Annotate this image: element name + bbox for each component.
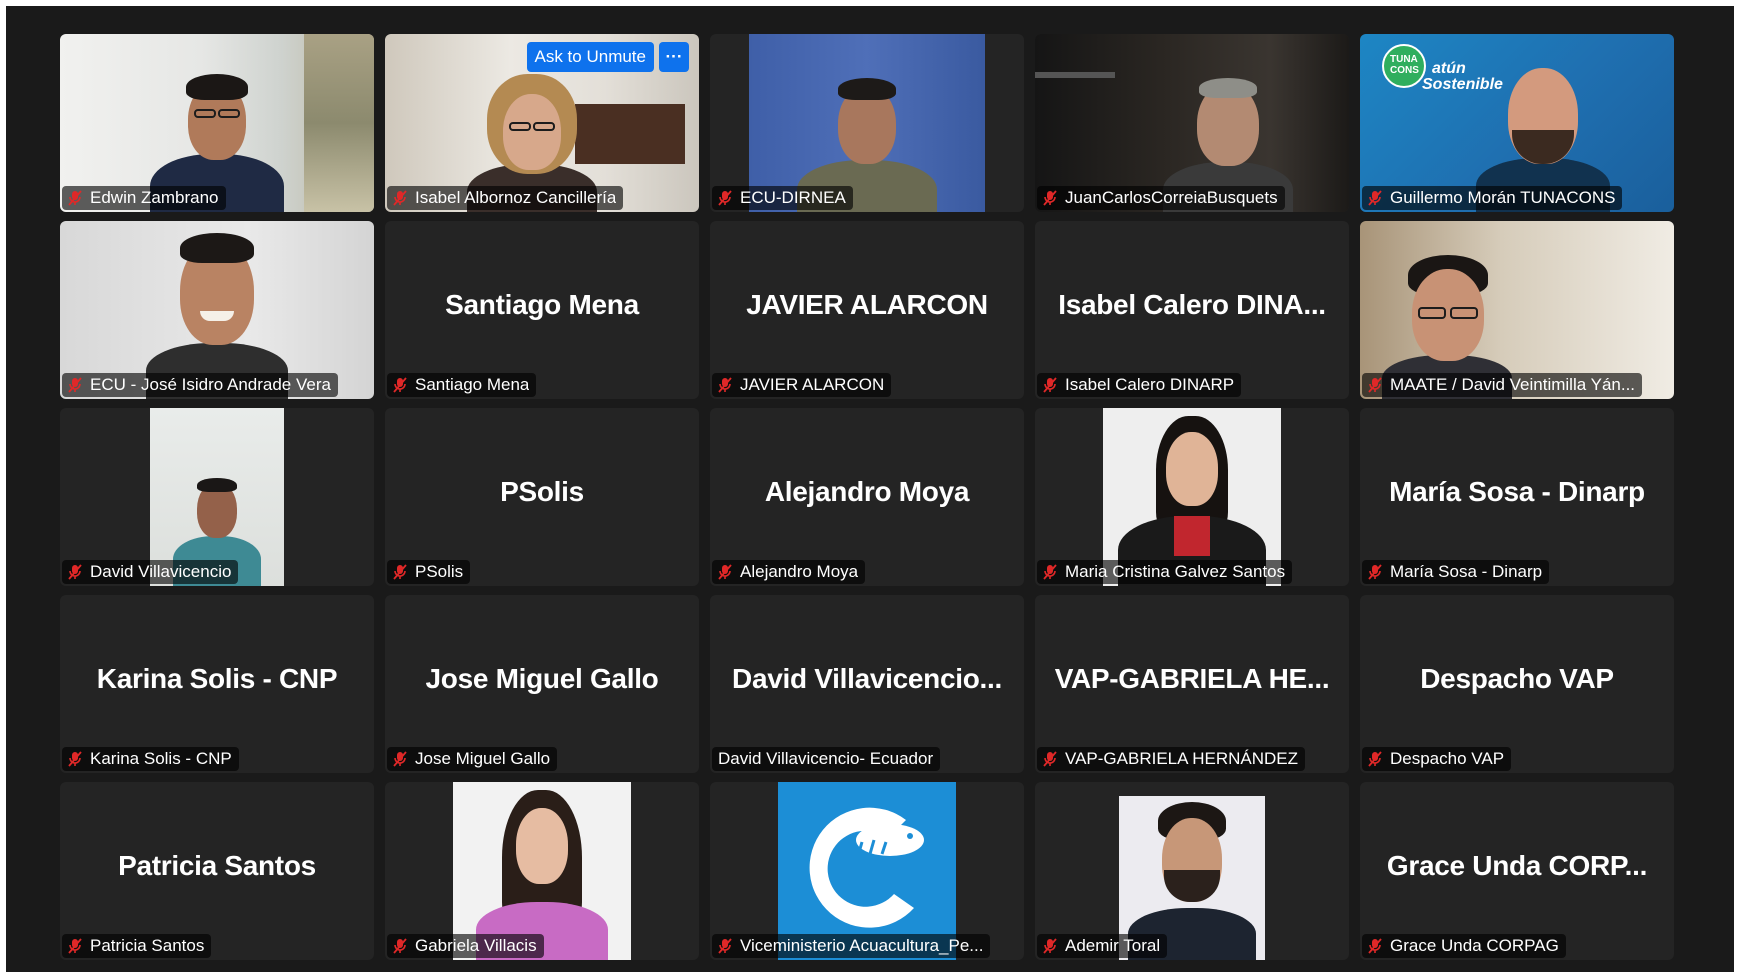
participant-tile[interactable]: Ask to Unmute ··· Isabel Albornoz Cancil… [385, 34, 699, 212]
participant-name-label: Despacho VAP [1362, 747, 1512, 771]
muted-mic-icon [68, 751, 82, 767]
muted-mic-icon [393, 377, 407, 393]
tunacons-logo: TUNA CONS [1382, 44, 1426, 88]
muted-mic-icon [1368, 938, 1382, 954]
participant-tile[interactable]: Jose Miguel Gallo Jose Miguel Gallo [385, 595, 699, 773]
participant-tile[interactable]: Alejandro Moya Alejandro Moya [710, 408, 1024, 586]
participant-tile[interactable]: Ademir Toral [1035, 782, 1349, 960]
muted-mic-icon [68, 938, 82, 954]
muted-mic-icon [718, 564, 732, 580]
participant-tile[interactable]: Isabel Calero DINA... Isabel Calero DINA… [1035, 221, 1349, 399]
participant-tile[interactable]: David Villavicencio [60, 408, 374, 586]
participant-tile[interactable]: Grace Unda CORP... Grace Unda CORPAG [1360, 782, 1674, 960]
more-options-button[interactable]: ··· [659, 42, 689, 72]
participant-tile[interactable]: Maria Cristina Galvez Santos [1035, 408, 1349, 586]
muted-mic-icon [718, 938, 732, 954]
participant-display-name: Jose Miguel Gallo [425, 663, 659, 694]
muted-mic-icon [393, 938, 407, 954]
participant-name-label: Patricia Santos [62, 934, 212, 958]
participant-tile[interactable]: MAATE / David Veintimilla Yán... [1360, 221, 1674, 399]
participant-name-label: ECU-DIRNEA [712, 186, 853, 210]
participant-name-label: Grace Unda CORPAG [1362, 934, 1566, 958]
participant-display-name: Patricia Santos [118, 850, 316, 881]
participant-display-name: María Sosa - Dinarp [1389, 476, 1645, 507]
muted-mic-icon [1043, 751, 1057, 767]
participant-tile[interactable]: ECU-DIRNEA [710, 34, 1024, 212]
participant-display-name: JAVIER ALARCON [746, 289, 988, 320]
participant-display-name: VAP-GABRIELA HE... [1054, 663, 1330, 694]
muted-mic-icon [1043, 564, 1057, 580]
muted-mic-icon [718, 190, 732, 206]
muted-mic-icon [68, 377, 82, 393]
participant-name-label: Viceministerio Acuacultura_Pe... [712, 934, 991, 958]
participant-tile[interactable]: TUNA CONS atún Sostenible Guillermo Morá… [1360, 34, 1674, 212]
muted-mic-icon [1043, 190, 1057, 206]
meeting-window: Edwin Zambrano Ask to Unmute ··· Isabel … [6, 6, 1734, 972]
participant-tile[interactable]: JuanCarlosCorreiaBusquets [1035, 34, 1349, 212]
participant-name-label: Maria Cristina Galvez Santos [1037, 560, 1293, 584]
participant-name-label: PSolis [387, 560, 471, 584]
muted-mic-icon [1368, 190, 1382, 206]
participant-tile[interactable]: María Sosa - Dinarp María Sosa - Dinarp [1360, 408, 1674, 586]
participant-name-label: Gabriela Villacis [387, 934, 544, 958]
participant-tile[interactable]: David Villavicencio... David Villavicenc… [710, 595, 1024, 773]
participant-display-name: Isabel Calero DINA... [1058, 289, 1326, 320]
participant-display-name: PSolis [500, 476, 584, 507]
muted-mic-icon [1043, 377, 1057, 393]
participant-name-label: Karina Solis - CNP [62, 747, 239, 771]
participant-tile[interactable]: PSolis PSolis [385, 408, 699, 586]
participant-name-label: David Villavicencio [62, 560, 239, 584]
ask-to-unmute-button[interactable]: Ask to Unmute [526, 42, 654, 72]
muted-mic-icon [393, 751, 407, 767]
muted-mic-icon [393, 564, 407, 580]
muted-mic-icon [718, 377, 732, 393]
participant-tile[interactable]: Edwin Zambrano [60, 34, 374, 212]
participant-display-name: Karina Solis - CNP [96, 663, 338, 694]
participant-tile[interactable]: Gabriela Villacis [385, 782, 699, 960]
participant-name-label: JAVIER ALARCON [712, 373, 892, 397]
participant-name-label: Ademir Toral [1037, 934, 1168, 958]
participant-name-label: Isabel Calero DINARP [1037, 373, 1242, 397]
participant-name-label: JuanCarlosCorreiaBusquets [1037, 186, 1285, 210]
participant-tile[interactable]: Viceministerio Acuacultura_Pe... [710, 782, 1024, 960]
participant-tile[interactable]: VAP-GABRIELA HE... VAP-GABRIELA HERNÁNDE… [1035, 595, 1349, 773]
muted-mic-icon [393, 190, 407, 206]
participant-name-label: David Villavicencio- Ecuador [712, 747, 941, 771]
participant-display-name: David Villavicencio... [732, 663, 1002, 694]
participant-display-name: Santiago Mena [445, 289, 639, 320]
participant-grid: Edwin Zambrano Ask to Unmute ··· Isabel … [60, 34, 1674, 960]
muted-mic-icon [1368, 377, 1382, 393]
participant-name-label: Isabel Albornoz Cancillería [387, 186, 624, 210]
participant-name-label: MAATE / David Veintimilla Yán... [1362, 373, 1643, 397]
unmute-controls: Ask to Unmute ··· [526, 42, 689, 72]
muted-mic-icon [1368, 564, 1382, 580]
participant-name-label: Jose Miguel Gallo [387, 747, 558, 771]
participant-display-name: Despacho VAP [1420, 663, 1614, 694]
participant-name-label: Santiago Mena [387, 373, 537, 397]
participant-tile[interactable]: Patricia Santos Patricia Santos [60, 782, 374, 960]
muted-mic-icon [68, 190, 82, 206]
participant-name-label: Alejandro Moya [712, 560, 866, 584]
participant-name-label: María Sosa - Dinarp [1362, 560, 1550, 584]
participant-name-label: Guillermo Morán TUNACONS [1362, 186, 1623, 210]
muted-mic-icon [1043, 938, 1057, 954]
participant-tile[interactable]: JAVIER ALARCON JAVIER ALARCON [710, 221, 1024, 399]
muted-mic-icon [1368, 751, 1382, 767]
participant-display-name: Grace Unda CORP... [1386, 850, 1648, 881]
participant-tile[interactable]: ECU - José Isidro Andrade Vera [60, 221, 374, 399]
participant-tile[interactable]: Santiago Mena Santiago Mena [385, 221, 699, 399]
participant-tile[interactable]: Karina Solis - CNP Karina Solis - CNP [60, 595, 374, 773]
participant-tile[interactable]: Despacho VAP Despacho VAP [1360, 595, 1674, 773]
participant-name-label: ECU - José Isidro Andrade Vera [62, 373, 338, 397]
participant-name-label: VAP-GABRIELA HERNÁNDEZ [1037, 747, 1306, 771]
muted-mic-icon [68, 564, 82, 580]
participant-name-label: Edwin Zambrano [62, 186, 226, 210]
participant-display-name: Alejandro Moya [764, 476, 970, 507]
